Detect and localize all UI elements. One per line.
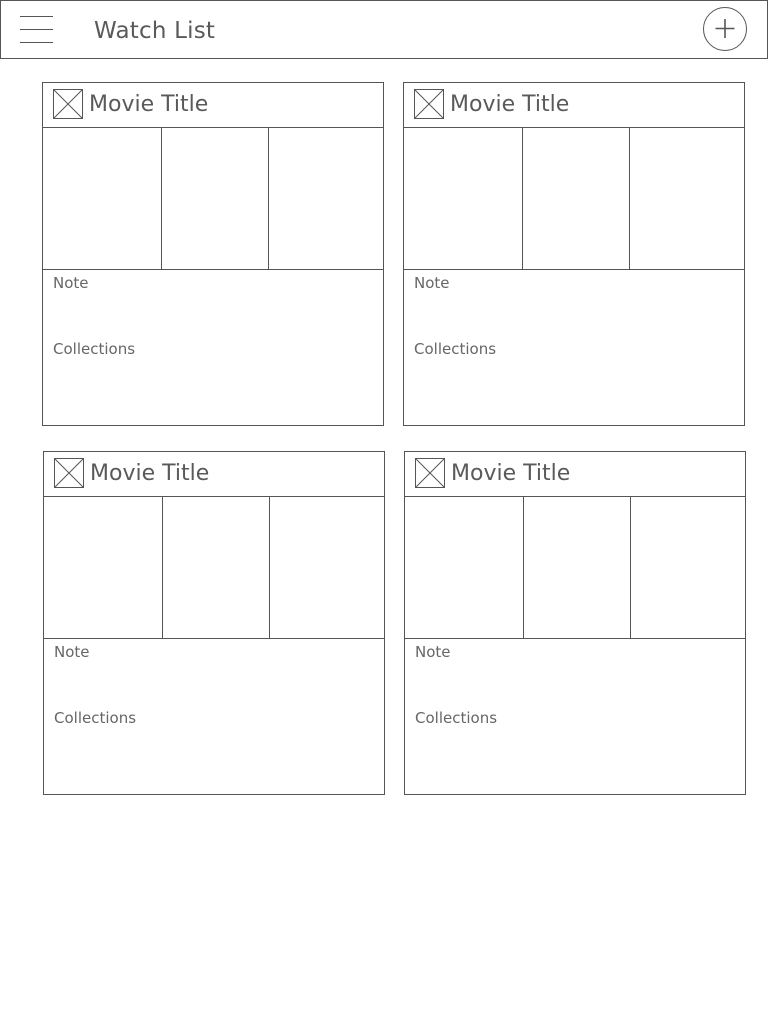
note-label: Note [54, 643, 90, 661]
card-header: Movie Title [405, 452, 745, 497]
image-slot[interactable] [404, 497, 524, 638]
card-header: Movie Title [43, 83, 383, 128]
image-slot[interactable] [42, 128, 162, 269]
image-slot[interactable] [162, 497, 270, 638]
movie-title[interactable]: Movie Title [450, 90, 569, 120]
image-slot[interactable] [522, 128, 630, 269]
movie-title[interactable]: Movie Title [89, 90, 208, 120]
note-label: Note [415, 643, 451, 661]
image-slot[interactable] [403, 128, 523, 269]
note-label: Note [53, 274, 89, 292]
collections-label: Collections [415, 709, 498, 727]
image-slot[interactable] [523, 497, 631, 638]
movie-card[interactable]: Movie Title Note Collections [404, 451, 746, 795]
card-header: Movie Title [44, 452, 384, 497]
image-placeholder-icon [54, 458, 84, 488]
card-header: Movie Title [404, 83, 744, 128]
menu-line [20, 42, 53, 43]
plus-icon [715, 19, 735, 38]
image-strip [43, 497, 384, 639]
image-placeholder-icon [415, 458, 445, 488]
page-title: Watch List [94, 18, 216, 44]
image-strip [403, 128, 744, 270]
image-slot[interactable] [43, 497, 163, 638]
image-slot[interactable] [631, 497, 745, 638]
menu-line [20, 29, 53, 30]
note-label: Note [414, 274, 450, 292]
collections-label: Collections [54, 709, 137, 727]
image-slot[interactable] [269, 128, 383, 269]
add-movie-button[interactable] [703, 7, 747, 51]
image-placeholder-icon [53, 89, 83, 119]
menu-line [20, 16, 53, 17]
image-strip [42, 128, 383, 270]
image-placeholder-icon [414, 89, 444, 119]
movie-title[interactable]: Movie Title [451, 459, 570, 489]
image-slot[interactable] [630, 128, 744, 269]
image-strip [404, 497, 745, 639]
app-bar: Watch List [0, 0, 768, 59]
collections-label: Collections [53, 340, 136, 358]
movie-card[interactable]: Movie Title Note Collections [42, 82, 384, 426]
movie-title[interactable]: Movie Title [90, 459, 209, 489]
movie-card[interactable]: Movie Title Note Collections [403, 82, 745, 426]
hamburger-menu-icon[interactable] [20, 15, 54, 45]
image-slot[interactable] [161, 128, 269, 269]
image-slot[interactable] [270, 497, 384, 638]
movie-card[interactable]: Movie Title Note Collections [43, 451, 385, 795]
collections-label: Collections [414, 340, 497, 358]
